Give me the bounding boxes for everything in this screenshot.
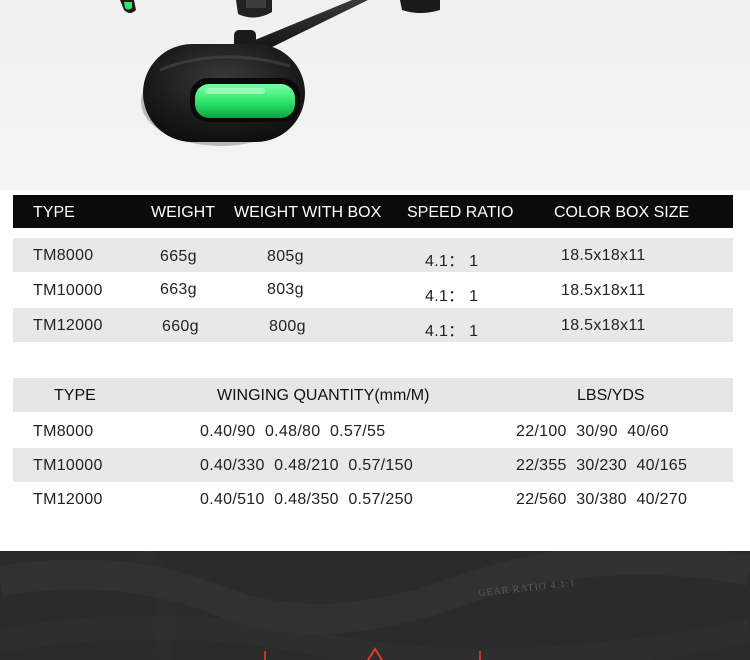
cell-speed-ratio: 4.1： 1 xyxy=(425,288,479,305)
cell-weight-box: 805g xyxy=(267,248,304,265)
table-row: TM12000 0.40/510 0.48/350 0.57/250 22/56… xyxy=(13,482,733,516)
spec-table-header: TYPE WEIGHT WEIGHT WITH BOX SPEED RATIO … xyxy=(13,195,733,228)
cell-type: TM10000 xyxy=(33,457,103,474)
cell-box-size: 18.5x18x11 xyxy=(561,282,646,299)
cell-type: TM12000 xyxy=(33,491,103,508)
cell-box-size: 18.5x18x11 xyxy=(561,317,646,334)
reel-handle-knob-image xyxy=(120,0,440,146)
table-row: TM12000 660g 800g 4.1： 1 18.5x18x11 xyxy=(13,308,733,342)
cell-winging: 0.40/90 0.48/80 0.57/55 xyxy=(200,423,386,440)
table-row: TM8000 0.40/90 0.48/80 0.57/55 22/100 30… xyxy=(13,414,733,448)
cell-winging: 0.40/510 0.48/350 0.57/250 xyxy=(200,491,414,508)
header-color-box-size: COLOR BOX SIZE xyxy=(554,204,690,221)
header-weight: WEIGHT xyxy=(151,204,215,221)
cell-type: TM10000 xyxy=(33,282,103,299)
cell-speed-ratio: 4.1： 1 xyxy=(425,323,479,340)
line-capacity-table-header: TYPE WINGING QUANTITY(mm/M) LBS/YDS xyxy=(13,378,733,412)
header-lbs-yds: LBS/YDS xyxy=(577,387,645,404)
cell-type: TM12000 xyxy=(33,317,103,334)
cell-type: TM8000 xyxy=(33,247,94,264)
dark-feature-banner: GEAR RATIO 4.1:1 xyxy=(0,551,750,660)
cell-weight: 665g xyxy=(160,248,197,265)
header-speed-ratio: SPEED RATIO xyxy=(407,204,514,221)
cell-weight-box: 800g xyxy=(269,318,306,335)
product-photo xyxy=(0,0,750,190)
cell-type: TM8000 xyxy=(33,423,94,440)
banner-texture xyxy=(0,551,750,660)
cell-weight: 663g xyxy=(160,281,197,298)
cell-winging: 0.40/330 0.48/210 0.57/150 xyxy=(200,457,414,474)
table-row: TM10000 0.40/330 0.48/210 0.57/150 22/35… xyxy=(13,448,733,482)
header-weight-with-box: WEIGHT WITH BOX xyxy=(234,204,382,221)
cell-lbs-yds: 22/100 30/90 40/60 xyxy=(516,423,669,440)
cell-weight-box: 803g xyxy=(267,281,304,298)
header-winging-quantity: WINGING QUANTITY(mm/M) xyxy=(217,387,430,404)
cell-speed-ratio: 4.1： 1 xyxy=(425,253,479,270)
cell-weight: 660g xyxy=(162,318,199,335)
table-row: TM8000 665g 805g 4.1： 1 18.5x18x11 xyxy=(13,238,733,272)
cell-lbs-yds: 22/355 30/230 40/165 xyxy=(516,457,688,474)
header-type: TYPE xyxy=(54,387,96,404)
header-type: TYPE xyxy=(33,204,75,221)
cell-lbs-yds: 22/560 30/380 40/270 xyxy=(516,491,688,508)
cell-box-size: 18.5x18x11 xyxy=(561,247,646,264)
table-row: TM10000 663g 803g 4.1： 1 18.5x18x11 xyxy=(13,273,733,307)
